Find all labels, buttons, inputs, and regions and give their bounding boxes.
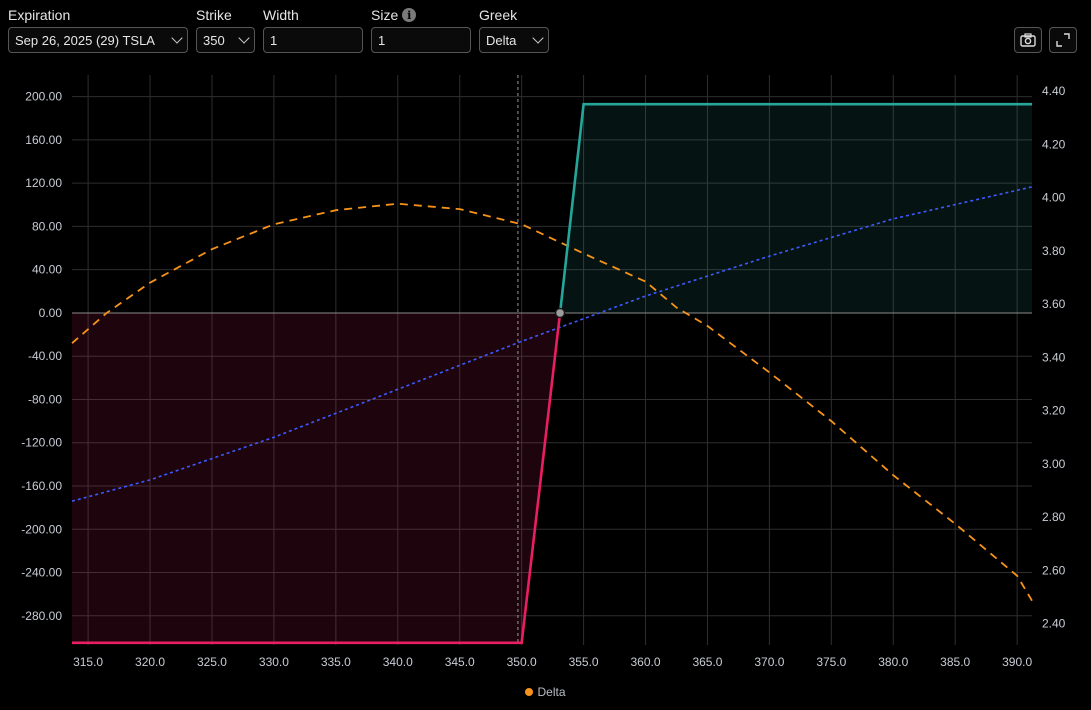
x-tick-label: 365.0 — [692, 655, 722, 669]
y-left-tick-label: -40.00 — [28, 349, 62, 363]
y-right-tick-label: 2.80 — [1042, 510, 1066, 524]
y-right-tick-label: 3.20 — [1042, 404, 1066, 418]
x-tick-label: 385.0 — [940, 655, 970, 669]
loss-area — [72, 312, 561, 643]
x-tick-label: 345.0 — [445, 655, 475, 669]
legend: Delta — [0, 685, 1091, 699]
y-left-tick-label: 160.00 — [25, 133, 62, 147]
y-left-tick-label: -80.00 — [28, 392, 62, 406]
y-right-tick-label: 2.40 — [1042, 617, 1066, 631]
x-tick-label: 325.0 — [197, 655, 227, 669]
payoff-chart[interactable]: 315.0 320.0 325.0 330.0 335.0 340.0 345.0 350.0… — [0, 0, 1091, 680]
y-right-tick-label: 3.00 — [1042, 457, 1066, 471]
x-tick-label: 330.0 — [259, 655, 289, 669]
breakeven-point — [554, 307, 566, 319]
y-left-tick-label: 120.00 — [25, 176, 62, 190]
x-tick-label: 380.0 — [878, 655, 908, 669]
y-right-tick-label: 3.40 — [1042, 350, 1066, 364]
y-right-tick-label: 4.40 — [1042, 84, 1066, 98]
y-right-tick-label: 3.60 — [1042, 297, 1066, 311]
x-tick-label: 390.0 — [1002, 655, 1032, 669]
x-tick-label: 350.0 — [507, 655, 537, 669]
y-right-tick-label: 2.60 — [1042, 563, 1066, 577]
y-left-tick-label: -160.00 — [21, 479, 62, 493]
x-tick-label: 370.0 — [754, 655, 784, 669]
y-left-tick-label: 0.00 — [39, 306, 63, 320]
y-left-tick-label: -120.00 — [21, 436, 62, 450]
profit-area — [560, 104, 1032, 313]
y-left-tick-label: 40.00 — [32, 263, 62, 277]
y-left-tick-label: -280.00 — [21, 609, 62, 623]
x-tick-label: 360.0 — [631, 655, 661, 669]
legend-dot — [525, 688, 534, 696]
y-right-tick-label: 3.80 — [1042, 244, 1066, 258]
y-right-tick-label: 4.20 — [1042, 137, 1066, 151]
x-tick-label: 355.0 — [569, 655, 599, 669]
x-tick-label: 375.0 — [816, 655, 846, 669]
x-tick-label: 320.0 — [135, 655, 165, 669]
x-tick-label: 340.0 — [383, 655, 413, 669]
y-right-tick-label: 4.00 — [1042, 191, 1066, 205]
y-left-tick-label: -200.00 — [21, 522, 62, 536]
x-tick-label: 315.0 — [73, 655, 103, 669]
y-left-tick-label: 80.00 — [32, 219, 62, 233]
legend-label: Delta — [537, 685, 566, 699]
y-left-tick-label: -240.00 — [21, 566, 62, 580]
y-left-tick-label: 200.00 — [25, 90, 62, 104]
x-tick-label: 335.0 — [321, 655, 351, 669]
